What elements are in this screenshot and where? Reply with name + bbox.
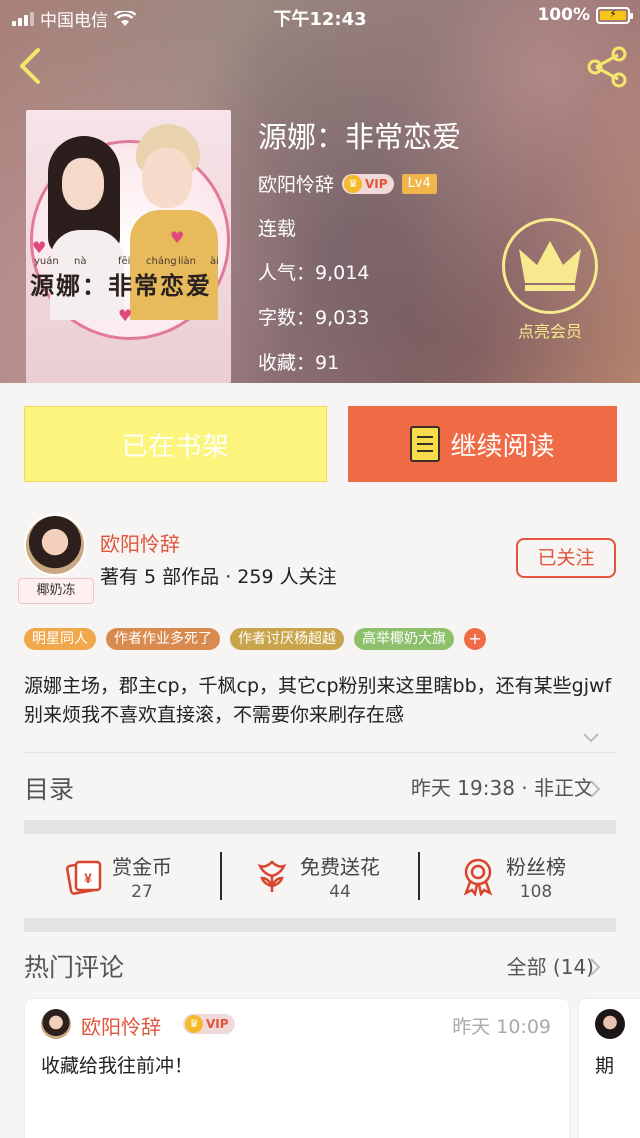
hot-comments-label: 热门评论 [24, 953, 125, 982]
cover-figure-face [62, 158, 104, 210]
tag[interactable]: 作者讨厌杨超越 [230, 628, 344, 650]
crown-icon [519, 241, 581, 291]
red-envelope-icon: ¥ [65, 860, 102, 895]
heart-icon: ♥ [118, 306, 133, 325]
follow-button[interactable]: 已关注 [516, 538, 616, 578]
medal-icon [463, 858, 493, 896]
stat-label: 免费送花 [300, 854, 380, 879]
comment-text: 期 [595, 1055, 615, 1077]
toc-latest[interactable]: 昨天 19:38 · 非正文 [411, 772, 594, 801]
stat-label: 赏金币 [112, 854, 172, 879]
author-row[interactable]: 欧阳怜辞 ♛ VIP Lv4 [258, 170, 437, 197]
popularity: 人气：9,014 [258, 262, 370, 284]
vip-badge: ♛ VIP [183, 1014, 235, 1034]
avatar-tag: 椰奶冻 [18, 578, 94, 604]
cover-figure-face-2 [142, 148, 192, 208]
send-flower-button[interactable]: 免费送花 44 [252, 834, 380, 918]
author-meta: 著有 5 部作品 · 259 人关注 [100, 566, 337, 588]
divider [418, 852, 420, 900]
section-band [24, 820, 616, 834]
avatar[interactable] [595, 1009, 625, 1039]
crown-icon: ♛ [185, 1015, 203, 1033]
book-title: 源娜：非常恋爱 [258, 120, 462, 154]
tag[interactable]: 高举椰奶大旗 [354, 628, 454, 650]
book-header: 中国电信 下午12:43 100% ⚡ ♥ ♥ ♥ yuán nà fēi ch… [0, 0, 640, 383]
status-bar: 中国电信 下午12:43 100% ⚡ [0, 0, 640, 34]
member-button[interactable]: 点亮会员 [500, 218, 600, 342]
author-avatar[interactable] [24, 514, 86, 576]
vip-badge: ♛ VIP [342, 173, 394, 194]
section-band [24, 918, 616, 932]
in-shelf-button[interactable]: 已在书架 [24, 406, 327, 482]
comment-author[interactable]: 欧阳怜辞 [81, 1011, 161, 1040]
chevron-right-icon[interactable] [588, 956, 602, 978]
battery-icon: ⚡ [596, 6, 633, 24]
reward-coins-button[interactable]: ¥ 赏金币 27 [64, 834, 172, 918]
member-label: 点亮会员 [517, 322, 582, 341]
author-name[interactable]: 欧阳怜辞 [100, 528, 180, 557]
divider [220, 852, 222, 900]
share-icon[interactable] [586, 46, 628, 88]
stat-value: 27 [131, 881, 153, 902]
chevron-right-icon[interactable] [588, 778, 602, 800]
heart-icon: ♥ [170, 228, 185, 247]
vip-label: VIP [206, 1017, 229, 1031]
book-intro: 源娜主场，郡主cp，千枫cp，其它cp粉别来这里瞎bb，还有某些gjwf别来烦我… [24, 675, 612, 726]
tag-list: 明星同人 作者作业多死了 作者讨厌杨超越 高举椰奶大旗 + [24, 628, 486, 650]
book-icon [410, 426, 441, 462]
comment-text: 收藏给我往前冲！ [41, 1055, 194, 1077]
toc-label[interactable]: 目录 [24, 770, 74, 806]
fan-ranking-button[interactable]: 粉丝榜 108 [458, 834, 566, 918]
heart-icon: ♥ [32, 238, 47, 257]
tag[interactable]: 作者作业多死了 [106, 628, 220, 650]
stat-value: 44 [329, 881, 351, 902]
svg-text:¥: ¥ [84, 870, 92, 886]
reward-stats: ¥ 赏金币 27 免费送花 44 粉丝榜 108 [24, 834, 616, 918]
all-comments-link[interactable]: 全部 (14) [507, 951, 594, 980]
stat-label: 粉丝榜 [506, 854, 566, 879]
serial-status: 连载 [258, 218, 297, 240]
vip-label: VIP [365, 176, 388, 191]
add-tag-button[interactable]: + [464, 628, 486, 650]
cover-title: 源娜：非常恋爱 [30, 271, 212, 300]
tag[interactable]: 明星同人 [24, 628, 96, 650]
book-cover[interactable]: ♥ ♥ ♥ yuán nà fēi cháng liàn ài 源娜：非常恋爱 [26, 110, 231, 383]
avatar[interactable] [41, 1009, 71, 1039]
continue-reading-label: 继续阅读 [450, 431, 555, 462]
battery-percent: 100% [537, 5, 590, 25]
crown-circle [502, 218, 598, 314]
author-name[interactable]: 欧阳怜辞 [258, 170, 334, 197]
level-badge: Lv4 [401, 173, 437, 194]
flower-icon [257, 860, 287, 892]
divider [24, 752, 616, 753]
chevron-down-icon[interactable] [582, 728, 600, 746]
crown-icon: ♛ [344, 174, 363, 193]
comment-card[interactable]: 欧阳怜辞 ♛ VIP 昨天 10:09 收藏给我往前冲！ [24, 998, 570, 1138]
back-icon[interactable] [14, 46, 46, 86]
continue-reading-button[interactable]: 继续阅读 [348, 406, 617, 482]
stat-value: 108 [519, 881, 553, 902]
favorites-count: 收藏：91 [258, 352, 340, 374]
comment-time: 昨天 10:09 [452, 1016, 551, 1038]
word-count: 字数：9,033 [258, 307, 370, 329]
comment-card[interactable]: 期 [578, 998, 640, 1138]
